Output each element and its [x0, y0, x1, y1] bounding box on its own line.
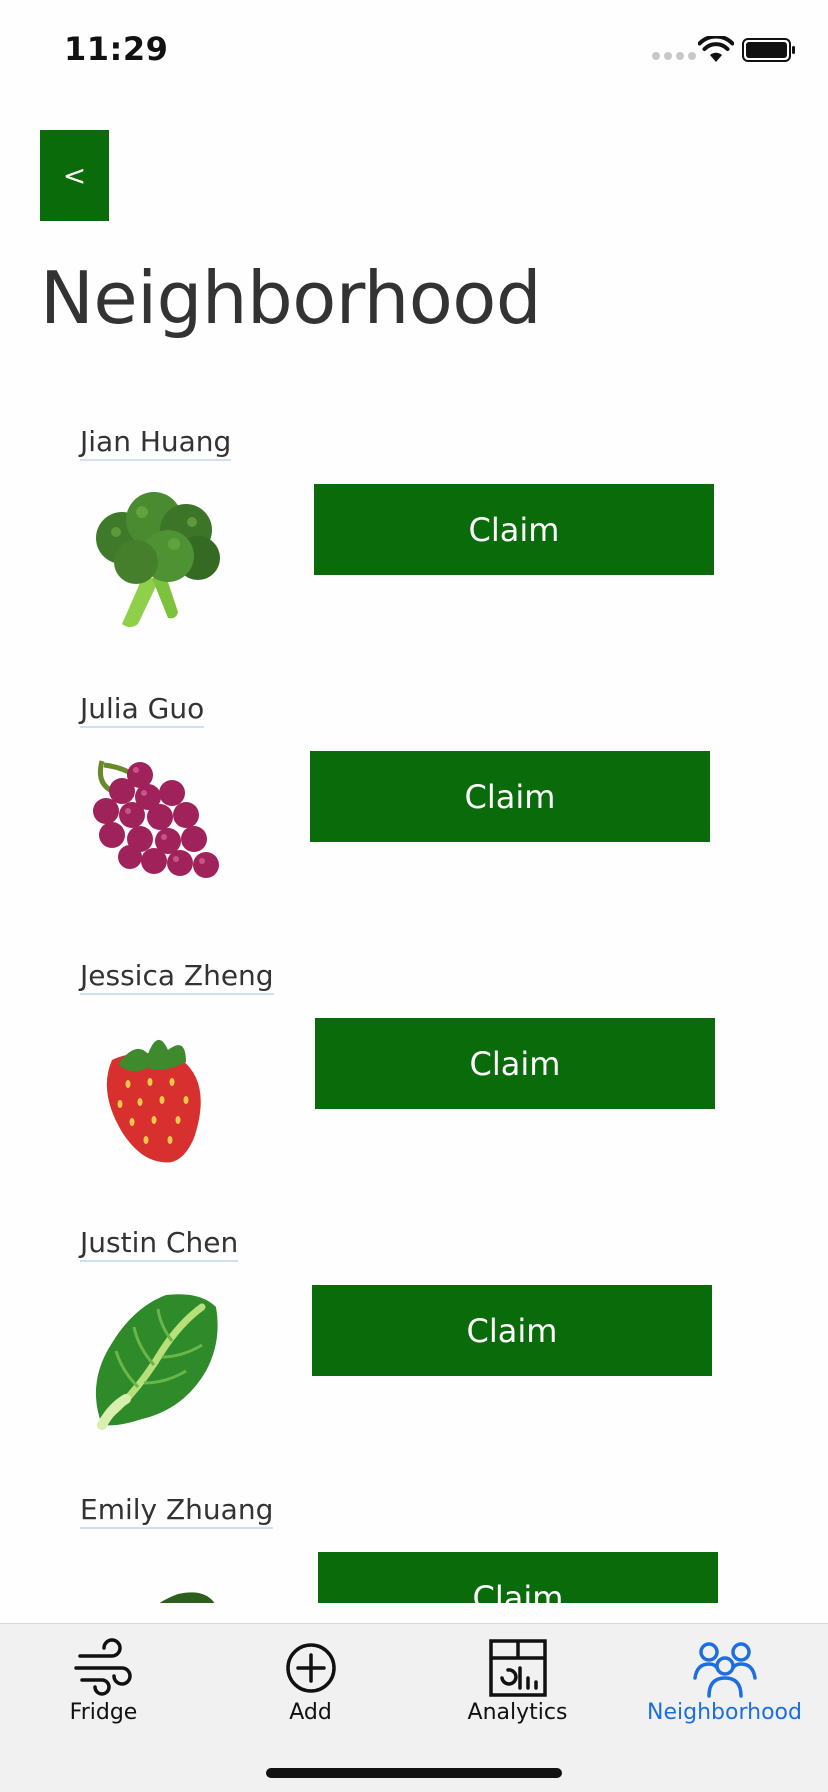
tab-analytics[interactable]: Analytics [414, 1624, 621, 1734]
list-item: Emily Zhuang Claim [0, 1468, 828, 1603]
avocado-icon [159, 1592, 215, 1603]
list-item: Jessica Zheng Claim [0, 934, 828, 1201]
tab-bar: Fridge Add Analytics Neighborhood [0, 1623, 828, 1792]
status-time: 11:29 [64, 30, 169, 68]
tab-label: Analytics [467, 1700, 568, 1725]
page-title: Neighborhood [40, 256, 542, 340]
battery-icon [742, 38, 795, 62]
list-item: Julia Guo Claim [0, 667, 828, 934]
broccoli-icon [96, 492, 220, 627]
owner-name[interactable]: Justin Chen [80, 1227, 239, 1262]
tab-add[interactable]: Add [207, 1624, 414, 1734]
status-bar: 11:29 [0, 0, 828, 100]
neighborhood-list[interactable]: Jian Huang Claim Julia Guo Claim Jessica… [0, 400, 828, 1603]
claim-button[interactable]: Claim [310, 751, 710, 842]
tab-label: Add [289, 1700, 332, 1725]
back-button[interactable]: < [40, 130, 109, 221]
leafy-green-icon [95, 1294, 218, 1430]
claim-button[interactable]: Claim [318, 1552, 718, 1603]
owner-name[interactable]: Emily Zhuang [80, 1494, 274, 1529]
people-icon [692, 1642, 757, 1698]
list-item: Jian Huang Claim [0, 400, 828, 667]
tab-neighborhood[interactable]: Neighborhood [621, 1624, 828, 1734]
owner-name[interactable]: Jian Huang [80, 426, 232, 461]
plus-circle-icon [285, 1643, 336, 1693]
analytics-icon [488, 1639, 547, 1697]
claim-button[interactable]: Claim [315, 1018, 715, 1109]
claim-button[interactable]: Claim [312, 1285, 712, 1376]
tab-label: Fridge [69, 1700, 138, 1725]
wifi-icon [698, 36, 734, 62]
owner-name[interactable]: Julia Guo [80, 693, 205, 728]
claim-button[interactable]: Claim [314, 484, 714, 575]
tab-label: Neighborhood [647, 1700, 802, 1725]
owner-name[interactable]: Jessica Zheng [80, 960, 274, 995]
grapes-icon [93, 760, 219, 878]
home-indicator[interactable] [266, 1768, 562, 1778]
strawberry-icon [106, 1039, 201, 1163]
wind-icon [73, 1638, 132, 1696]
tab-fridge[interactable]: Fridge [0, 1624, 207, 1734]
list-item: Justin Chen Claim [0, 1201, 828, 1468]
cellular-signal-icon [652, 52, 696, 60]
